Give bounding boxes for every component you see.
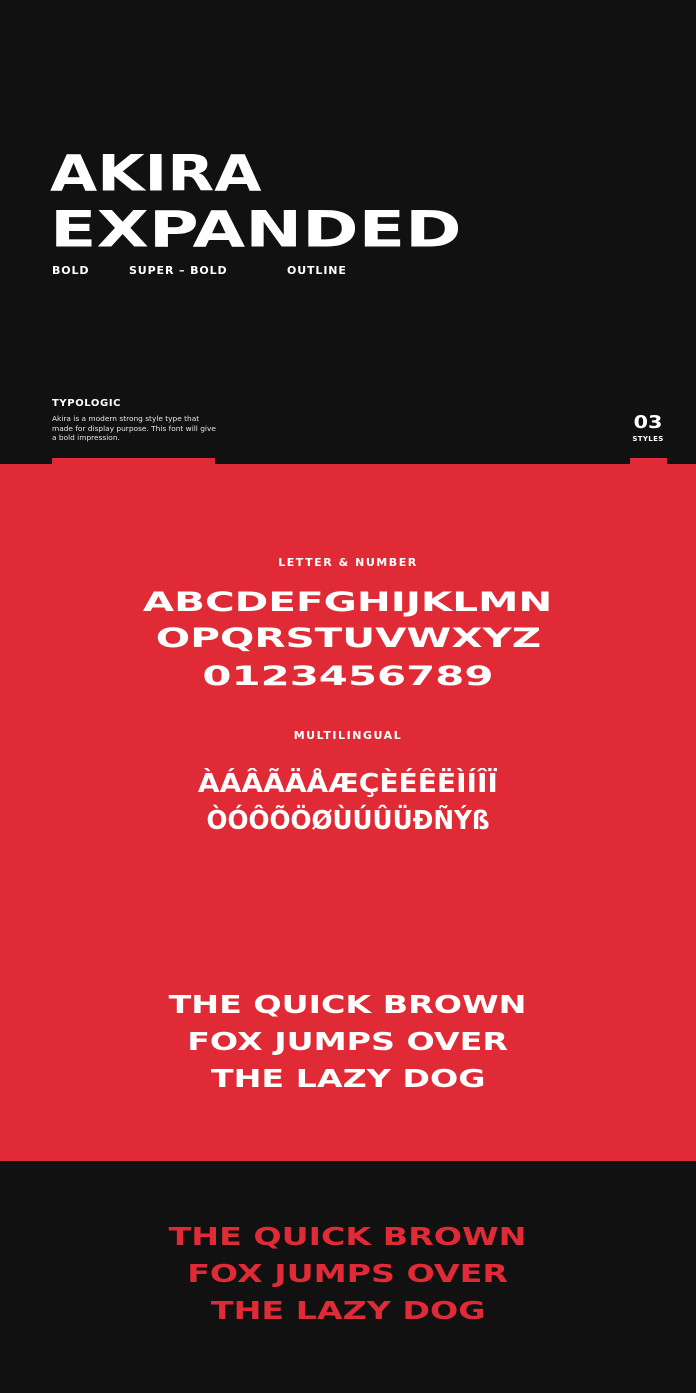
- multilingual-row-2: ÒÓÔÕÖØÙÚÛÜĐÑÝß: [0, 804, 696, 838]
- pangram-line-1-red-text: THE QUICK BROWN: [169, 1222, 527, 1251]
- uppercase-row-1: ABCDEFGHIJKLMN: [0, 586, 696, 620]
- multilingual-label: MULTILINGUAL: [293, 729, 403, 742]
- hero-section: AKIRA EXPANDED BOLD SUPER – BOLD OUTLINE…: [0, 0, 696, 464]
- style-label-bold: BOLD: [52, 264, 90, 277]
- digits-row: 0123456789: [0, 660, 696, 694]
- pangram-line-1-white: THE QUICK BROWN: [0, 986, 696, 1023]
- pangram-line-1-white-text: THE QUICK BROWN: [169, 990, 527, 1019]
- multilingual-row-2-text: ÒÓÔÕÖØÙÚÛÜĐÑÝß: [206, 806, 490, 836]
- pangram-line-2-red: FOX JUMPS OVER: [0, 1255, 696, 1292]
- typologic-description: Akira is a modern strong style type that…: [52, 414, 216, 442]
- multilingual-row-1: ÀÁÂÃÄÅÆÇÈÉÊËÌÍÎÏ: [0, 767, 696, 801]
- pangram-dark-section: THE QUICK BROWN FOX JUMPS OVER THE LAZY …: [0, 1161, 696, 1393]
- uppercase-row-2: OPQRSTUVWXYZ: [0, 622, 696, 656]
- pangram-line-2-red-text: FOX JUMPS OVER: [187, 1259, 509, 1288]
- style-label-super-bold: SUPER – BOLD: [129, 264, 228, 277]
- letters-numbers-label: LETTER & NUMBER: [278, 556, 418, 569]
- styles-count-label: STYLES: [632, 435, 664, 443]
- multilingual-row-1-text: ÀÁÂÃÄÅÆÇÈÉÊËÌÍÎÏ: [197, 769, 498, 799]
- digits-row-text: 0123456789: [202, 661, 494, 692]
- style-label-outline: OUTLINE: [287, 264, 347, 277]
- styles-count-number: 03: [633, 412, 663, 433]
- pangram-line-3-white-text: THE LAZY DOG: [210, 1064, 486, 1093]
- pangram-line-1-red: THE QUICK BROWN: [0, 1218, 696, 1255]
- uppercase-row-1-text: ABCDEFGHIJKLMN: [143, 587, 553, 618]
- character-set-section: LETTER & NUMBER ABCDEFGHIJKLMN OPQRSTUVW…: [0, 464, 696, 1161]
- pangram-line-3-red-text: THE LAZY DOG: [210, 1296, 486, 1325]
- pangram-line-2-white: FOX JUMPS OVER: [0, 1023, 696, 1060]
- font-title-line-2: EXPANDED: [50, 200, 462, 259]
- pangram-line-3-white: THE LAZY DOG: [0, 1060, 696, 1097]
- uppercase-row-2-text: OPQRSTUVWXYZ: [155, 623, 541, 654]
- pangram-line-3-red: THE LAZY DOG: [0, 1292, 696, 1329]
- font-title-line-1: AKIRA: [50, 144, 262, 203]
- typologic-heading: TYPOLOGIC: [52, 398, 122, 409]
- pangram-line-2-white-text: FOX JUMPS OVER: [187, 1027, 509, 1056]
